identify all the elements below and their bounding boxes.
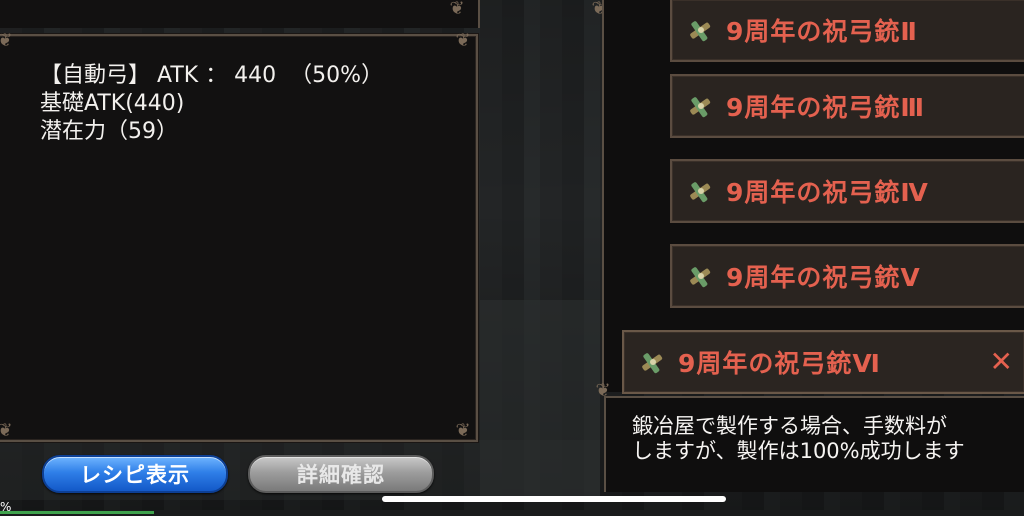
list-item-label: 9周年の祝弓銃Ⅲ	[726, 93, 926, 122]
list-item-label: 9周年の祝弓銃Ⅳ	[726, 178, 929, 207]
close-icon[interactable]: ✕	[990, 346, 1014, 378]
description-line-1: 鍛冶屋で製作する場合、手数料が	[632, 414, 947, 438]
ornament-icon: ❦	[0, 420, 13, 441]
loading-bar	[0, 510, 1024, 516]
crossbow-icon	[690, 97, 711, 118]
crossbow-icon	[642, 353, 663, 374]
detail-check-button[interactable]: 詳細確認	[248, 455, 434, 493]
stats-atk-line: 【自動弓】 ATK ： 440 （50%）	[40, 63, 384, 88]
show-recipe-button[interactable]: レシピ表示	[42, 455, 228, 493]
list-item-label: 9周年の祝弓銃Ⅵ	[678, 349, 881, 378]
list-item-5[interactable]: 9周年の祝弓銃Ⅴ	[670, 244, 1024, 308]
list-item-4[interactable]: 9周年の祝弓銃Ⅳ	[670, 159, 1024, 223]
ornament-icon: ❦	[449, 0, 465, 19]
top-strip	[0, 0, 480, 28]
crossbow-icon	[690, 182, 711, 203]
ornament-icon: ❦	[0, 30, 13, 51]
stats-base-atk-line: 基礎ATK(440)	[40, 91, 185, 116]
list-item-6-selected[interactable]: 9周年の祝弓銃Ⅵ ✕	[622, 330, 1024, 394]
loading-progress-fill	[0, 511, 154, 514]
list-item-label: 9周年の祝弓銃Ⅱ	[726, 17, 918, 46]
description-text: 鍛冶屋で製作する場合、手数料が しますが、製作は100%成功します	[632, 414, 965, 464]
description-line-2: しますが、製作は100%成功します	[632, 439, 965, 463]
list-item-3[interactable]: 9周年の祝弓銃Ⅲ	[670, 74, 1024, 138]
crossbow-icon	[690, 21, 711, 42]
ornament-icon: ❦	[455, 30, 471, 51]
home-indicator[interactable]	[382, 496, 726, 502]
percent-label: %	[0, 500, 12, 514]
list-item-label: 9周年の祝弓銃Ⅴ	[726, 263, 921, 292]
description-panel: 鍛冶屋で製作する場合、手数料が しますが、製作は100%成功します	[604, 396, 1024, 492]
stats-potential-line: 潜在力（59）	[40, 119, 178, 144]
crossbow-icon	[690, 267, 711, 288]
ornament-icon: ❦	[455, 420, 471, 441]
list-item-2[interactable]: 9周年の祝弓銃Ⅱ	[670, 0, 1024, 62]
stats-text: 【自動弓】 ATK ： 440 （50%） 基礎ATK(440) 潜在力（59）	[40, 62, 383, 146]
